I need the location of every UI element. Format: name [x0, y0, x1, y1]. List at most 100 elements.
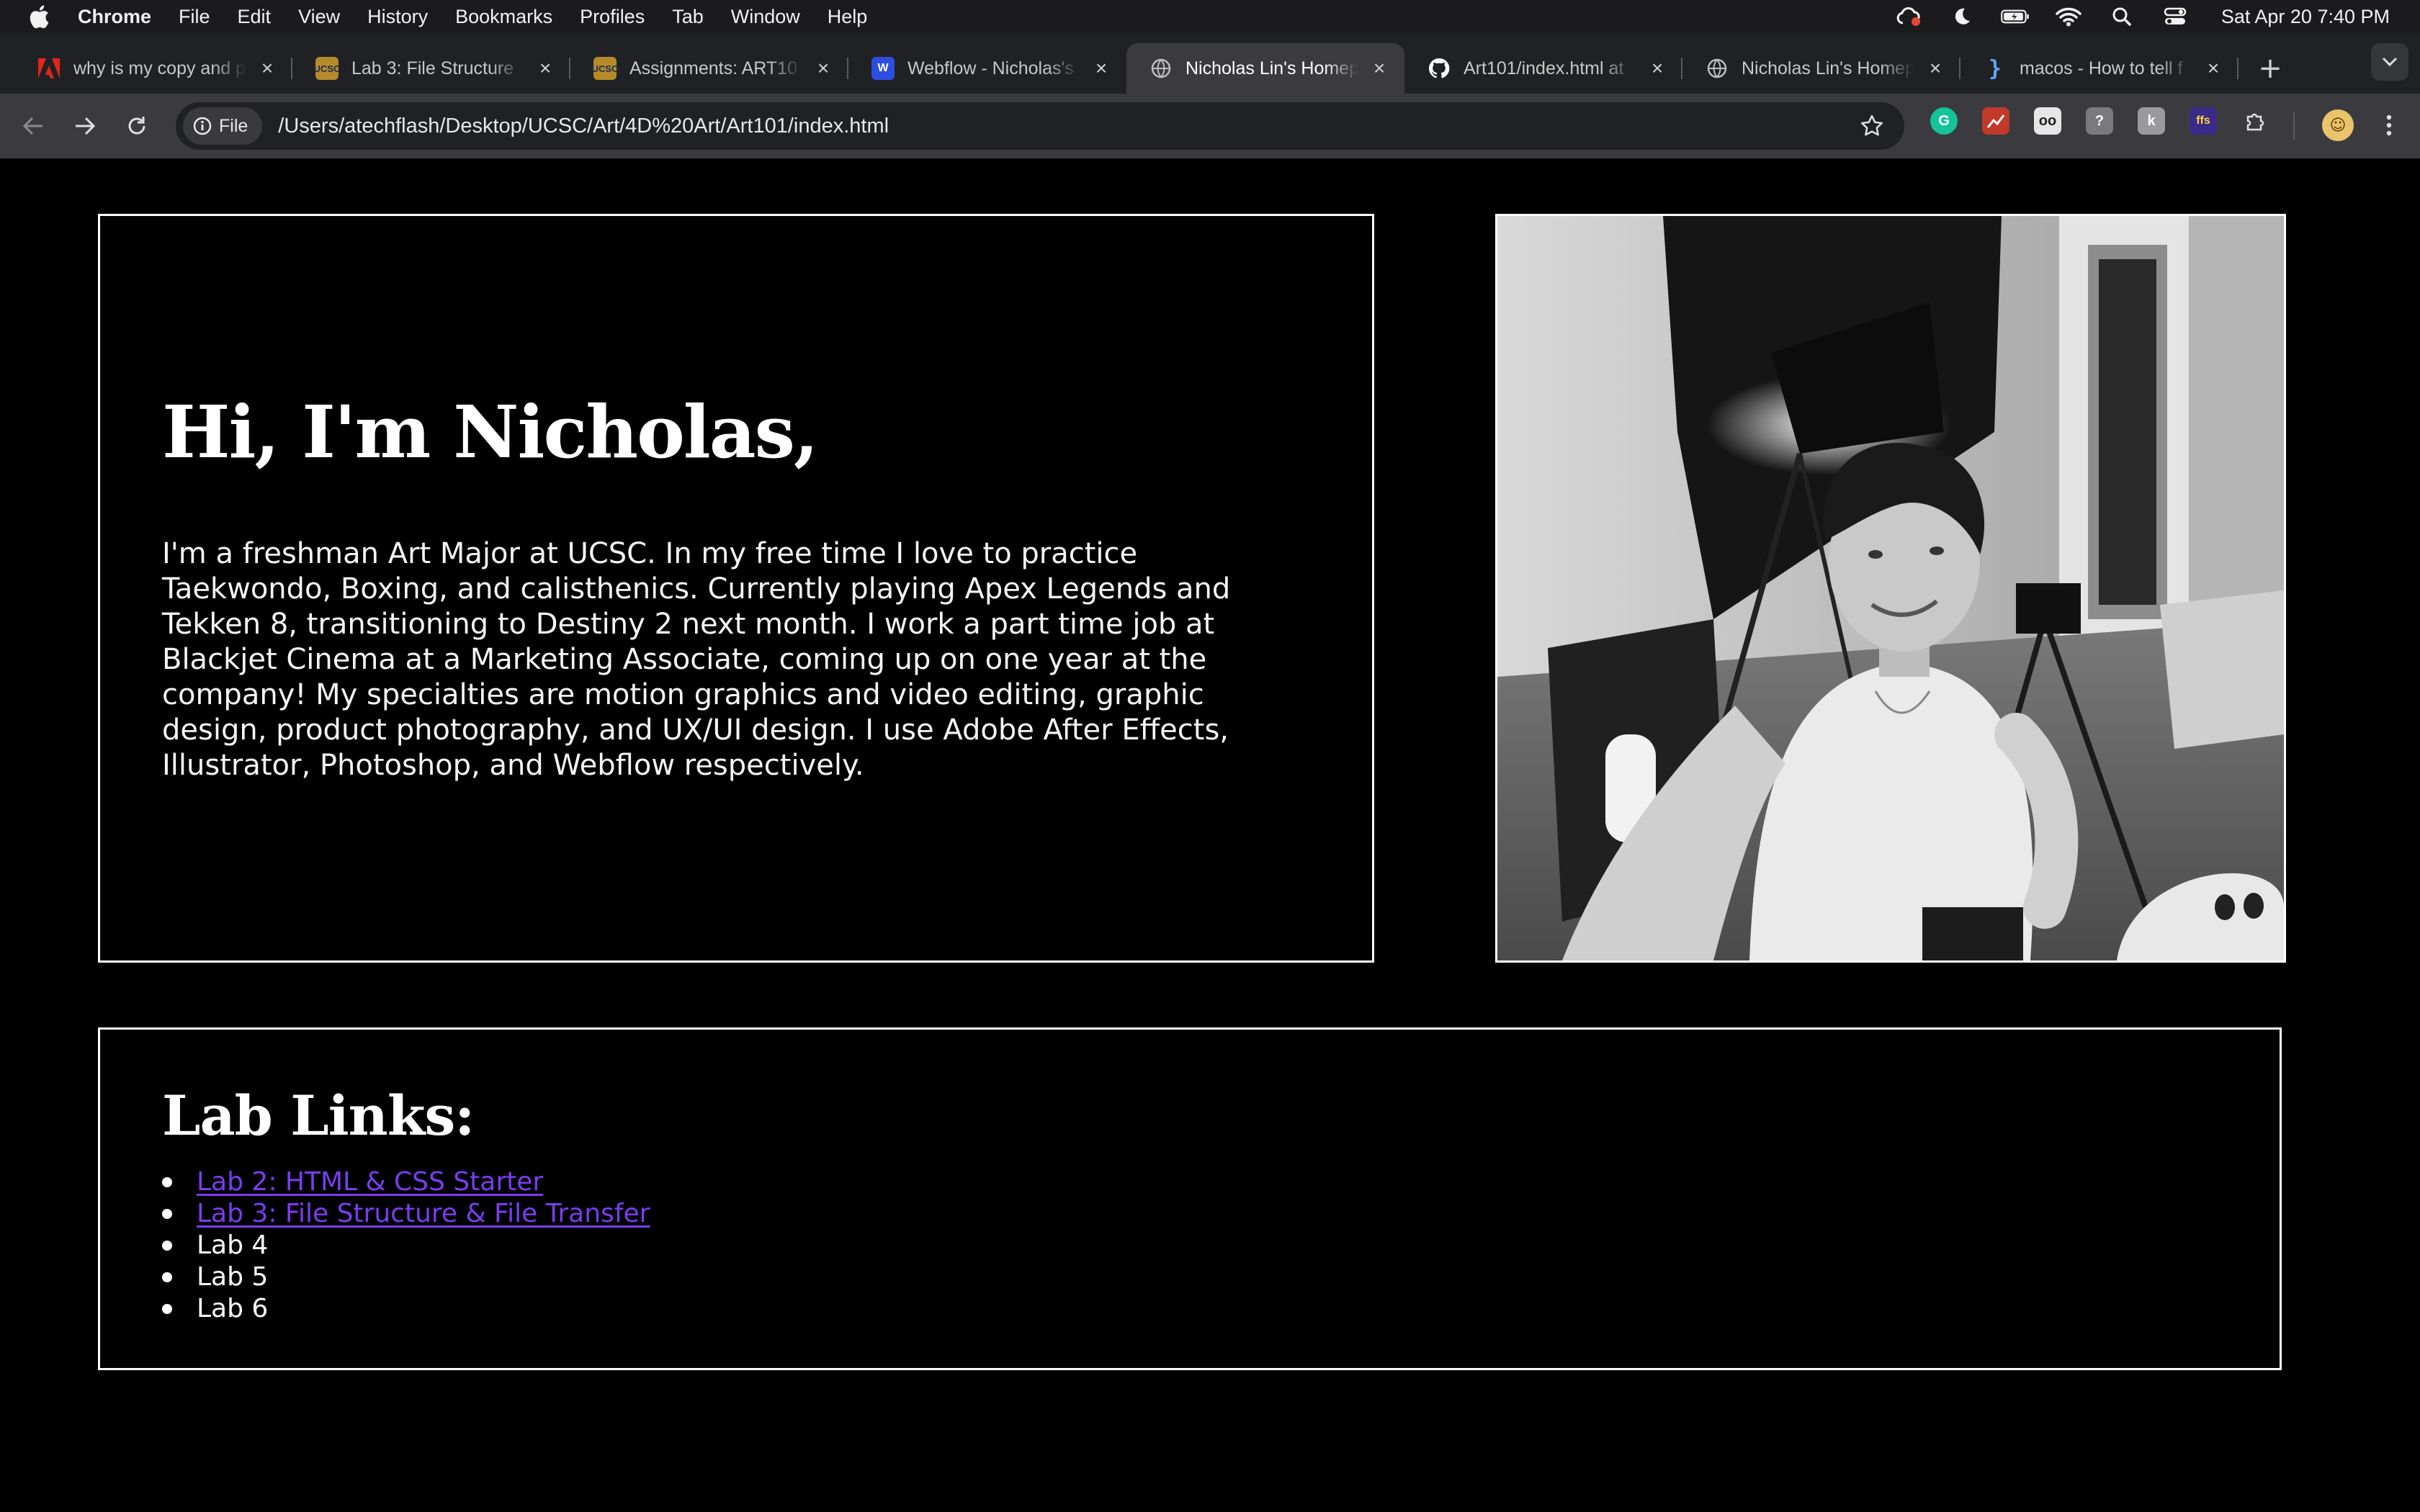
- close-icon[interactable]: ×: [812, 57, 834, 79]
- tab-0[interactable]: why is my copy and p ×: [14, 43, 292, 94]
- back-button[interactable]: [14, 107, 52, 145]
- puzzle-extensions-icon[interactable]: [2241, 107, 2269, 135]
- reload-icon: [128, 117, 145, 135]
- tab-title: why is my copy and p: [73, 58, 246, 78]
- browser-toolbar: File /Users/atechflash/Desktop/UCSC/Art/…: [0, 94, 2420, 158]
- list-item: Lab 2: HTML & CSS Starter: [162, 1166, 650, 1198]
- site-info-chip[interactable]: File: [183, 107, 263, 145]
- tab-search-button[interactable]: [2371, 43, 2408, 81]
- focus-moon-icon[interactable]: [1948, 6, 1976, 27]
- bio-paragraph: I'm a freshman Art Major at UCSC. In my …: [162, 537, 1231, 782]
- bullet-icon: [162, 1209, 172, 1219]
- globe-icon: [1706, 57, 1729, 80]
- intro-card: Hi, I'm Nicholas, I'm a freshman Art Maj…: [98, 214, 1374, 963]
- forward-arrow-icon: [76, 117, 96, 135]
- info-icon: [193, 117, 212, 135]
- apple-icon[interactable]: [26, 4, 52, 30]
- list-item: Lab 3: File Structure & File Transfer: [162, 1198, 650, 1230]
- menu-profiles[interactable]: Profiles: [580, 6, 645, 28]
- profile-photo: [1495, 214, 2286, 963]
- code-icon: }: [1988, 55, 2002, 81]
- grammarly-icon[interactable]: G: [1930, 107, 1958, 135]
- close-icon[interactable]: ×: [1090, 57, 1112, 79]
- bullet-icon: [162, 1272, 172, 1282]
- ucsc-icon: UCSC: [592, 57, 618, 80]
- forward-button[interactable]: [66, 107, 104, 145]
- bullet-icon: [162, 1177, 172, 1187]
- close-icon[interactable]: ×: [2202, 57, 2224, 79]
- ucsc-icon: UCSC: [314, 57, 340, 80]
- menubar-clock[interactable]: Sat Apr 20 7:40 PM: [2221, 6, 2390, 28]
- menu-view[interactable]: View: [298, 6, 340, 28]
- menu-history[interactable]: History: [367, 6, 428, 28]
- menu-window[interactable]: Window: [731, 6, 800, 28]
- menu-tab[interactable]: Tab: [672, 6, 704, 28]
- selfie-photo-illustration: [1497, 216, 2284, 960]
- site-chip-label: File: [219, 115, 248, 136]
- lab-links-card: Lab Links: Lab 2: HTML & CSS Starter Lab…: [98, 1027, 2282, 1370]
- menu-edit[interactable]: Edit: [238, 6, 272, 28]
- lab-6-label: Lab 6: [197, 1294, 269, 1323]
- tab-3[interactable]: W Webflow - Nicholas's ×: [848, 43, 1126, 94]
- tab-7[interactable]: } macos - How to tell f ×: [1960, 43, 2238, 94]
- globe-icon: [1150, 57, 1173, 80]
- tab-title: Nicholas Lin's Homep: [1186, 58, 1358, 78]
- list-item: Lab 4: [162, 1230, 650, 1261]
- bullet-icon: [162, 1304, 172, 1314]
- adobe-icon: [37, 57, 60, 80]
- tab-separator: [2237, 58, 2238, 79]
- toolbar-divider: [2293, 112, 2295, 140]
- url-text[interactable]: /Users/atechflash/Desktop/UCSC/Art/4D%20…: [278, 114, 889, 138]
- reload-button[interactable]: [118, 107, 156, 145]
- tab-title: Lab 3: File Structure: [351, 58, 514, 78]
- close-icon[interactable]: ×: [534, 57, 556, 79]
- creative-cloud-icon[interactable]: [1894, 6, 1923, 27]
- tab-title: Assignments: ART10: [629, 58, 797, 78]
- tab-2[interactable]: UCSC Assignments: ART10 ×: [570, 43, 848, 94]
- lab-links-heading: Lab Links:: [162, 1084, 475, 1148]
- battery-icon[interactable]: [2001, 6, 2030, 27]
- lab-5-label: Lab 5: [197, 1262, 269, 1292]
- tab-4-active[interactable]: Nicholas Lin's Homep ×: [1126, 43, 1404, 94]
- close-icon[interactable]: ×: [256, 57, 278, 79]
- lab-3-link[interactable]: Lab 3: File Structure & File Transfer: [197, 1198, 650, 1230]
- browser-tab-strip: why is my copy and p × UCSC Lab 3: File …: [0, 33, 2420, 94]
- chevron-down-icon: [2382, 57, 2398, 67]
- close-icon[interactable]: ×: [1646, 57, 1668, 79]
- question-extension-icon[interactable]: ?: [2086, 107, 2113, 135]
- back-arrow-icon: [22, 117, 42, 135]
- tab-5[interactable]: Art101/index.html at ×: [1404, 43, 1682, 94]
- tab-1[interactable]: UCSC Lab 3: File Structure ×: [292, 43, 570, 94]
- close-icon[interactable]: ×: [1368, 57, 1390, 79]
- tab-title: Art101/index.html at: [1464, 58, 1624, 78]
- wifi-icon[interactable]: [2054, 6, 2083, 27]
- menu-app-name[interactable]: Chrome: [78, 6, 151, 28]
- tab-title: Nicholas Lin's Homep: [1742, 58, 1914, 78]
- bullet-icon: [162, 1241, 172, 1251]
- tab-6[interactable]: Nicholas Lin's Homep ×: [1682, 43, 1960, 94]
- spotlight-search-icon[interactable]: [2107, 6, 2136, 27]
- chart-extension-icon[interactable]: [1982, 107, 2009, 135]
- list-item: Lab 5: [162, 1261, 650, 1293]
- control-center-icon[interactable]: [2161, 6, 2190, 27]
- close-icon[interactable]: ×: [1924, 57, 1946, 79]
- menu-bookmarks[interactable]: Bookmarks: [455, 6, 552, 28]
- menu-file[interactable]: File: [179, 6, 210, 28]
- address-bar[interactable]: File /Users/atechflash/Desktop/UCSC/Art/…: [176, 102, 1904, 150]
- macos-menu-bar: Chrome File Edit View History Bookmarks …: [0, 0, 2420, 33]
- menu-help[interactable]: Help: [828, 6, 868, 28]
- new-tab-button[interactable]: +: [2249, 43, 2292, 94]
- fonts-extension-icon[interactable]: ffs: [2190, 107, 2217, 135]
- more-menu-icon[interactable]: [2378, 109, 2400, 141]
- github-icon: [1428, 57, 1451, 80]
- tab-title: macos - How to tell f: [2020, 58, 2183, 78]
- profile-avatar[interactable]: ☺: [2322, 109, 2354, 141]
- lab-2-link[interactable]: Lab 2: HTML & CSS Starter: [197, 1166, 543, 1198]
- k-extension-icon[interactable]: k: [2138, 107, 2165, 135]
- tab-title: Webflow - Nicholas's: [908, 58, 1074, 78]
- list-item: Lab 6: [162, 1293, 650, 1325]
- webflow-icon: W: [871, 57, 895, 80]
- lab-links-list: Lab 2: HTML & CSS Starter Lab 3: File St…: [162, 1166, 650, 1325]
- glasses-extension-icon[interactable]: oo: [2034, 107, 2061, 135]
- bookmark-star-icon[interactable]: [1858, 112, 1886, 140]
